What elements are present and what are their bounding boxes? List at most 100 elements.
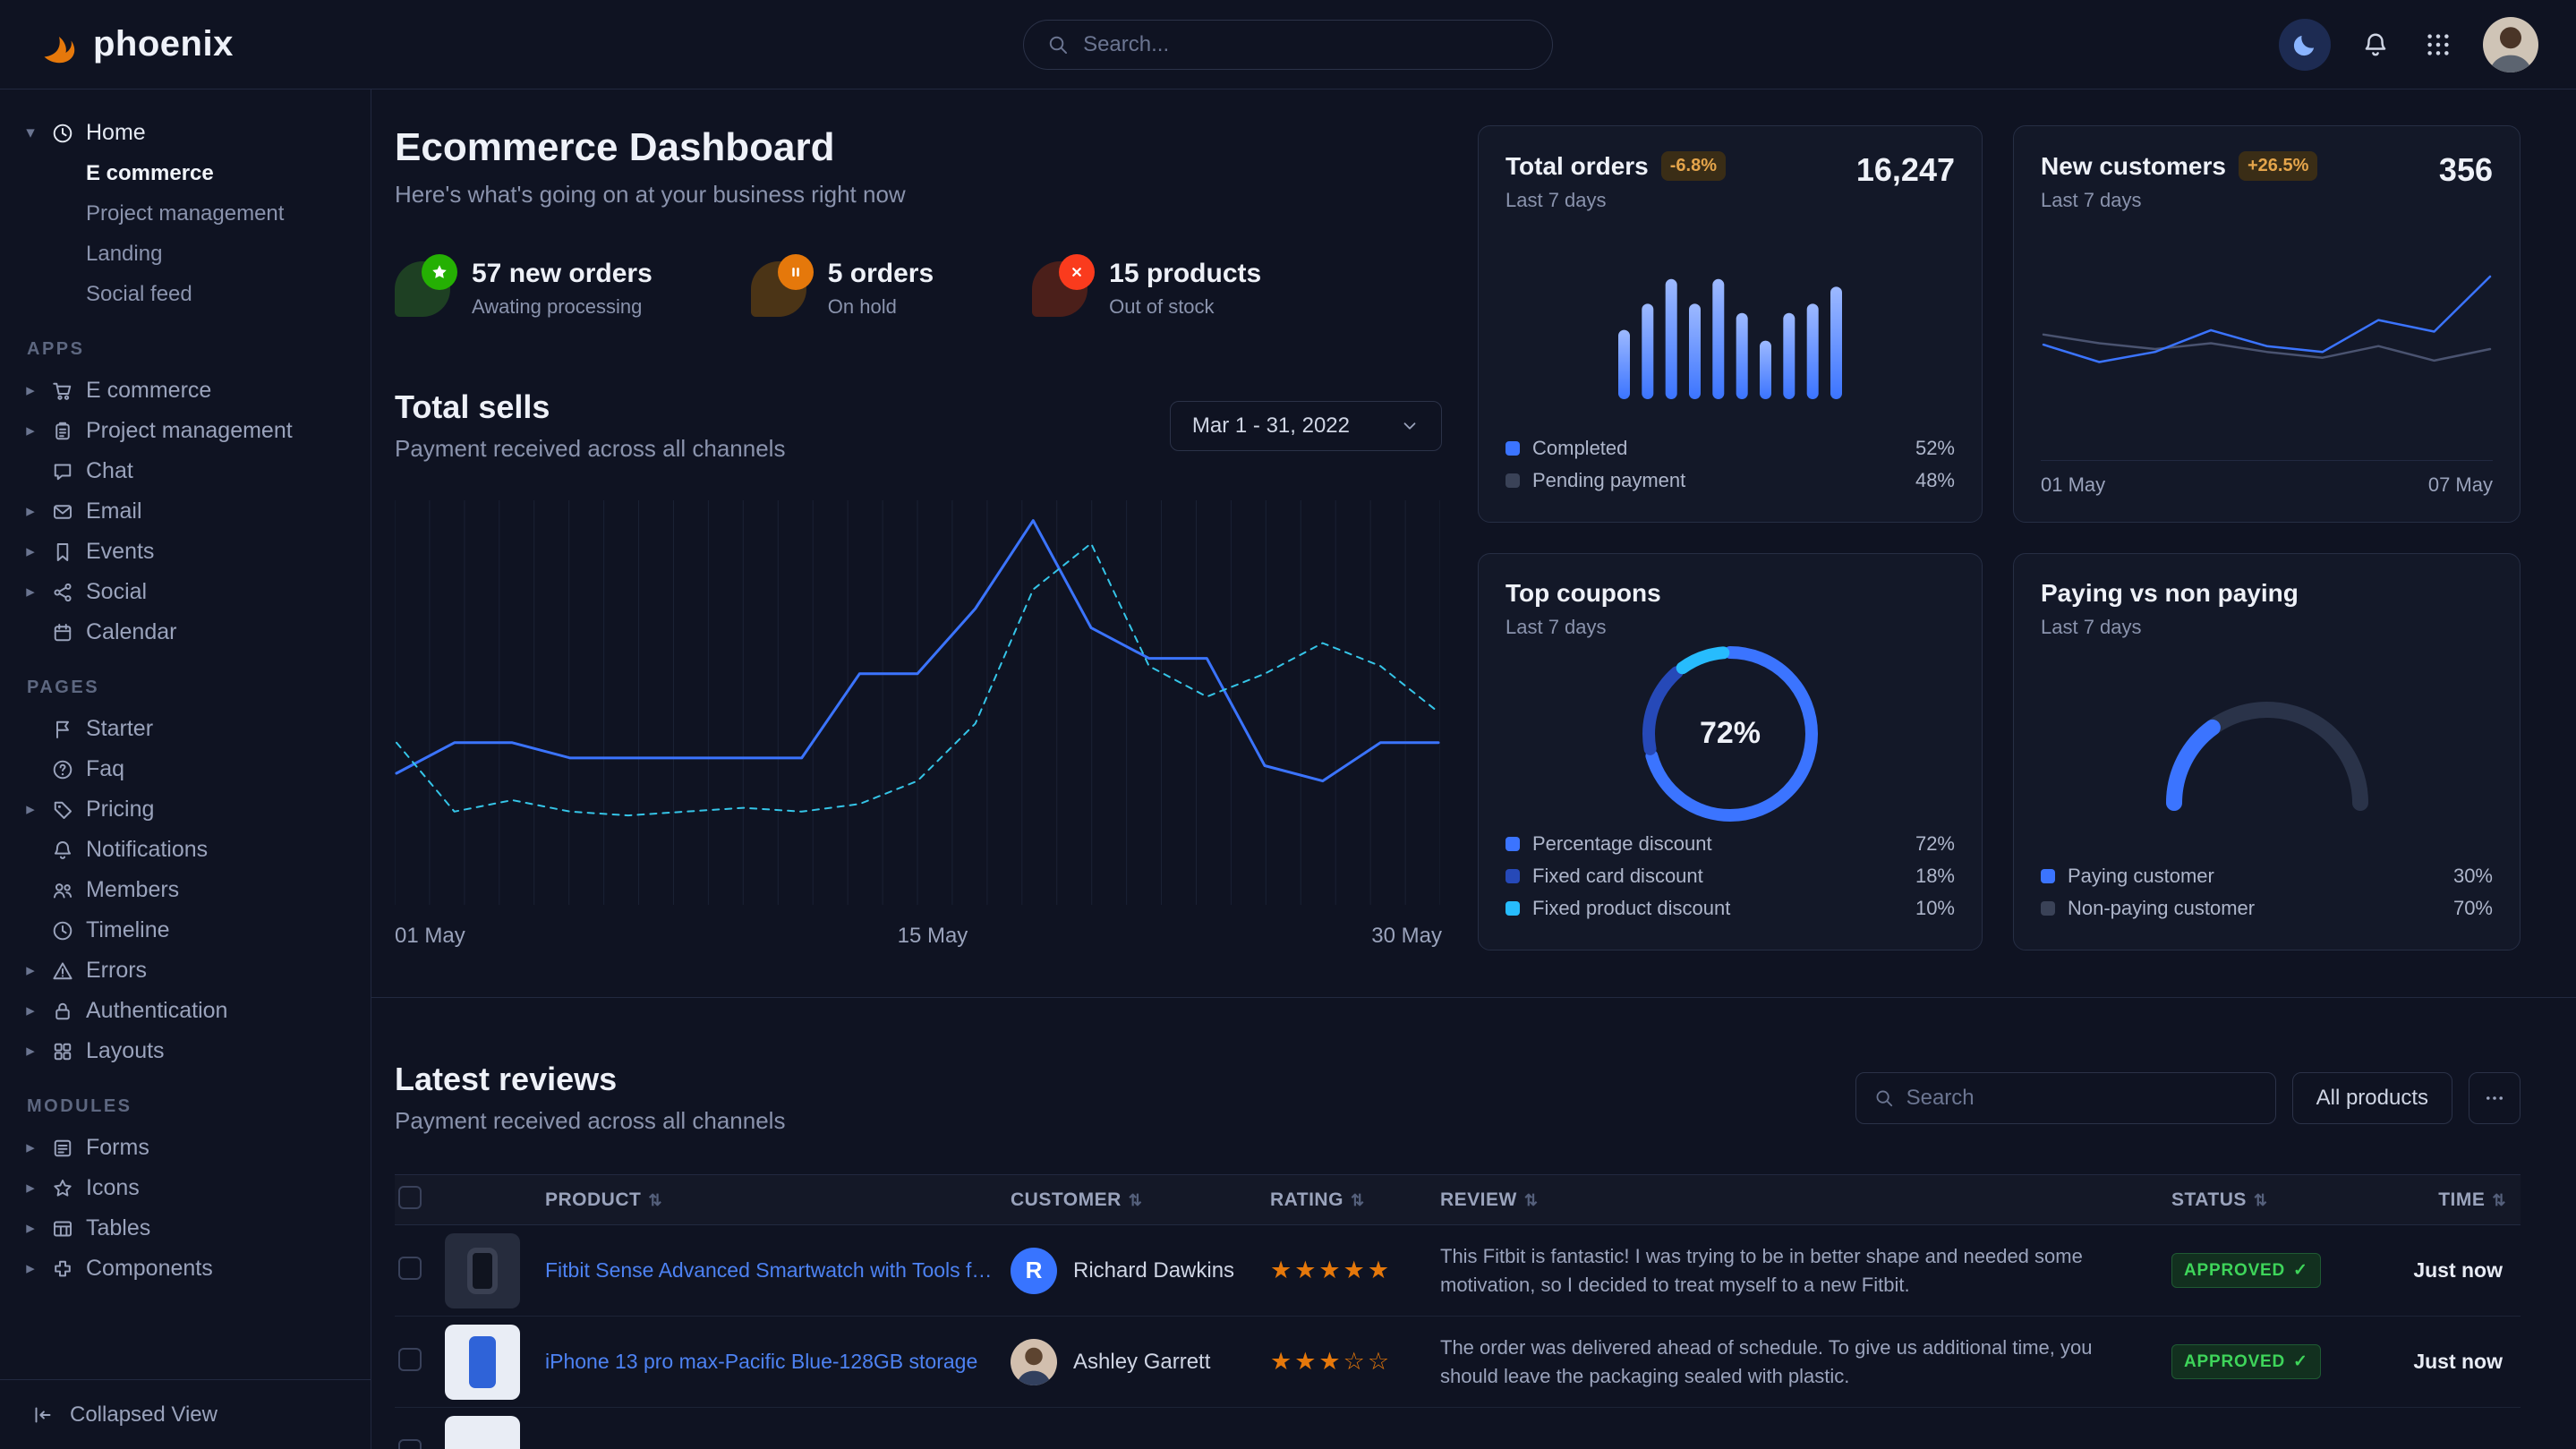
sidebar-item-authentication[interactable]: ▸ Authentication	[21, 991, 349, 1031]
x-tick: 30 May	[1371, 924, 1442, 949]
sidebar-item-social[interactable]: ▸ Social	[21, 572, 349, 612]
sidebar-item-label: Pricing	[86, 797, 154, 823]
sidebar-item-faq[interactable]: Faq	[21, 749, 349, 789]
row-checkbox[interactable]	[398, 1439, 422, 1449]
sidebar-item-label: Members	[86, 877, 179, 903]
rating-stars: ★★★☆☆	[1270, 1348, 1392, 1375]
sidebar-item-label: Errors	[86, 958, 147, 984]
column-header-time[interactable]: TIME⇅	[2386, 1175, 2521, 1225]
sort-icon: ⇅	[1524, 1191, 1539, 1209]
search-icon	[1874, 1087, 1894, 1109]
sidebar-item-e-commerce[interactable]: ▸ E commerce	[21, 371, 349, 411]
row-checkbox[interactable]	[398, 1257, 422, 1280]
sidebar-item-label: Starter	[86, 716, 153, 742]
legend-item-pending-payment: Pending payment 48%	[1506, 465, 1955, 497]
column-header-rating[interactable]: RATING⇅	[1270, 1175, 1440, 1225]
puzzle-icon	[52, 1258, 73, 1280]
sidebar-item-label: Notifications	[86, 837, 208, 863]
sidebar-item-members[interactable]: Members	[21, 870, 349, 910]
user-avatar[interactable]	[2483, 17, 2538, 72]
sidebar-item-label: Authentication	[86, 998, 227, 1024]
dashboard-left-column: Ecommerce Dashboard Here's what's going …	[395, 125, 1442, 950]
sidebar-item-tables[interactable]: ▸ Tables	[21, 1208, 349, 1249]
x-tick: 07 May	[2428, 473, 2493, 497]
bell-icon	[2362, 31, 2389, 58]
caret-icon: ▸	[21, 1041, 39, 1061]
sidebar-item-label: Project management	[86, 418, 293, 444]
sort-icon: ⇅	[1351, 1191, 1365, 1209]
sidebar-subitem-e-commerce[interactable]: E commerce	[21, 153, 349, 193]
sidebar-item-email[interactable]: ▸ Email	[21, 491, 349, 532]
sidebar-item-errors[interactable]: ▸ Errors	[21, 950, 349, 991]
form-icon	[52, 1138, 73, 1159]
sidebar-item-label: Forms	[86, 1135, 149, 1161]
sidebar-item-timeline[interactable]: Timeline	[21, 910, 349, 950]
sidebar-item-label: Components	[86, 1256, 213, 1282]
column-header-customer[interactable]: CUSTOMER⇅	[1011, 1175, 1270, 1225]
topbar-search[interactable]	[1023, 20, 1553, 70]
dark-mode-toggle[interactable]	[2279, 19, 2331, 71]
column-header-product[interactable]: PRODUCT⇅	[545, 1175, 1011, 1225]
reviews-search[interactable]	[1855, 1072, 2276, 1124]
sidebar-item-project-management[interactable]: ▸ Project management	[21, 411, 349, 451]
more-options-button[interactable]	[2469, 1072, 2521, 1124]
sidebar-item-calendar[interactable]: Calendar	[21, 612, 349, 652]
sidebar: ▾ Home E commerceProject managementLandi…	[0, 89, 371, 1449]
sidebar-item-layouts[interactable]: ▸ Layouts	[21, 1031, 349, 1071]
product-thumbnail	[445, 1325, 520, 1400]
sidebar-item-events[interactable]: ▸ Events	[21, 532, 349, 572]
column-header-status[interactable]: STATUS⇅	[2171, 1175, 2386, 1225]
product-link[interactable]: iPhone 13 pro max-Pacific Blue-128GB sto…	[545, 1350, 993, 1374]
legend-value: 10%	[1915, 897, 1955, 920]
review-row: Fitbit Sense Advanced Smartwatch with To…	[395, 1225, 2521, 1317]
collapsed-view-toggle[interactable]: Collapsed View	[0, 1379, 371, 1449]
all-products-button[interactable]: All products	[2292, 1072, 2452, 1124]
sidebar-nav: ▾ Home E commerceProject managementLandi…	[0, 89, 371, 1379]
card-title: Paying vs non paying	[2041, 579, 2299, 608]
sidebar-item-label: Faq	[86, 756, 124, 782]
sidebar-item-components[interactable]: ▸ Components	[21, 1249, 349, 1289]
row-checkbox[interactable]	[398, 1348, 422, 1371]
sidebar-item-label: Icons	[86, 1175, 140, 1201]
sidebar-item-label: Chat	[86, 458, 133, 484]
reviews-thead: PRODUCT⇅CUSTOMER⇅RATING⇅REVIEW⇅STATUS⇅TI…	[395, 1175, 2521, 1225]
notifications-button[interactable]	[2358, 27, 2393, 63]
sidebar-item-home[interactable]: ▾ Home	[21, 113, 349, 153]
legend-swatch	[2041, 869, 2055, 883]
sidebar-subitem-social-feed[interactable]: Social feed	[21, 274, 349, 314]
legend-item-fixed-card-discount: Fixed card discount 18%	[1506, 860, 1955, 892]
topbar: phoenix	[0, 0, 2576, 89]
search-icon	[1047, 33, 1069, 56]
apps-grid-button[interactable]	[2420, 27, 2456, 63]
bell-icon	[52, 840, 73, 861]
stats-row: 57 new orders Awating processing 5 order…	[395, 259, 1442, 319]
reviews-table: PRODUCT⇅CUSTOMER⇅RATING⇅REVIEW⇅STATUS⇅TI…	[395, 1174, 2521, 1449]
sidebar-subitem-project-management[interactable]: Project management	[21, 193, 349, 234]
sidebar-item-starter[interactable]: Starter	[21, 709, 349, 749]
review-row: iPhone 13 pro max-Pacific Blue-128GB sto…	[395, 1317, 2521, 1408]
sidebar-subitem-landing[interactable]: Landing	[21, 234, 349, 274]
clock-icon	[52, 920, 73, 942]
sidebar-item-chat[interactable]: Chat	[21, 451, 349, 491]
sidebar-item-forms[interactable]: ▸ Forms	[21, 1128, 349, 1168]
reviews-search-input[interactable]	[1906, 1086, 2257, 1111]
global-search-input[interactable]	[1083, 32, 1529, 57]
sort-icon: ⇅	[648, 1191, 662, 1209]
sidebar-item-notifications[interactable]: Notifications	[21, 830, 349, 870]
check-icon: ✓	[2293, 1260, 2308, 1281]
product-link[interactable]: Fitbit Sense Advanced Smartwatch with To…	[545, 1258, 993, 1283]
clipboard-icon	[52, 421, 73, 442]
rating-stars: ★★★★★	[1270, 1257, 1392, 1283]
stat-blob	[751, 261, 806, 317]
select-all-checkbox[interactable]	[398, 1186, 422, 1209]
column-header-review[interactable]: REVIEW⇅	[1440, 1175, 2171, 1225]
stat-caption: On hold	[828, 295, 934, 319]
sidebar-item-icons[interactable]: ▸ Icons	[21, 1168, 349, 1208]
caret-icon: ▸	[21, 501, 39, 522]
x-tick: 01 May	[395, 924, 465, 949]
brand[interactable]: phoenix	[38, 23, 234, 66]
date-range-select[interactable]: Mar 1 - 31, 2022	[1170, 401, 1442, 451]
topbar-actions	[2279, 17, 2538, 72]
caret-icon: ▸	[21, 1001, 39, 1021]
sidebar-item-pricing[interactable]: ▸ Pricing	[21, 789, 349, 830]
